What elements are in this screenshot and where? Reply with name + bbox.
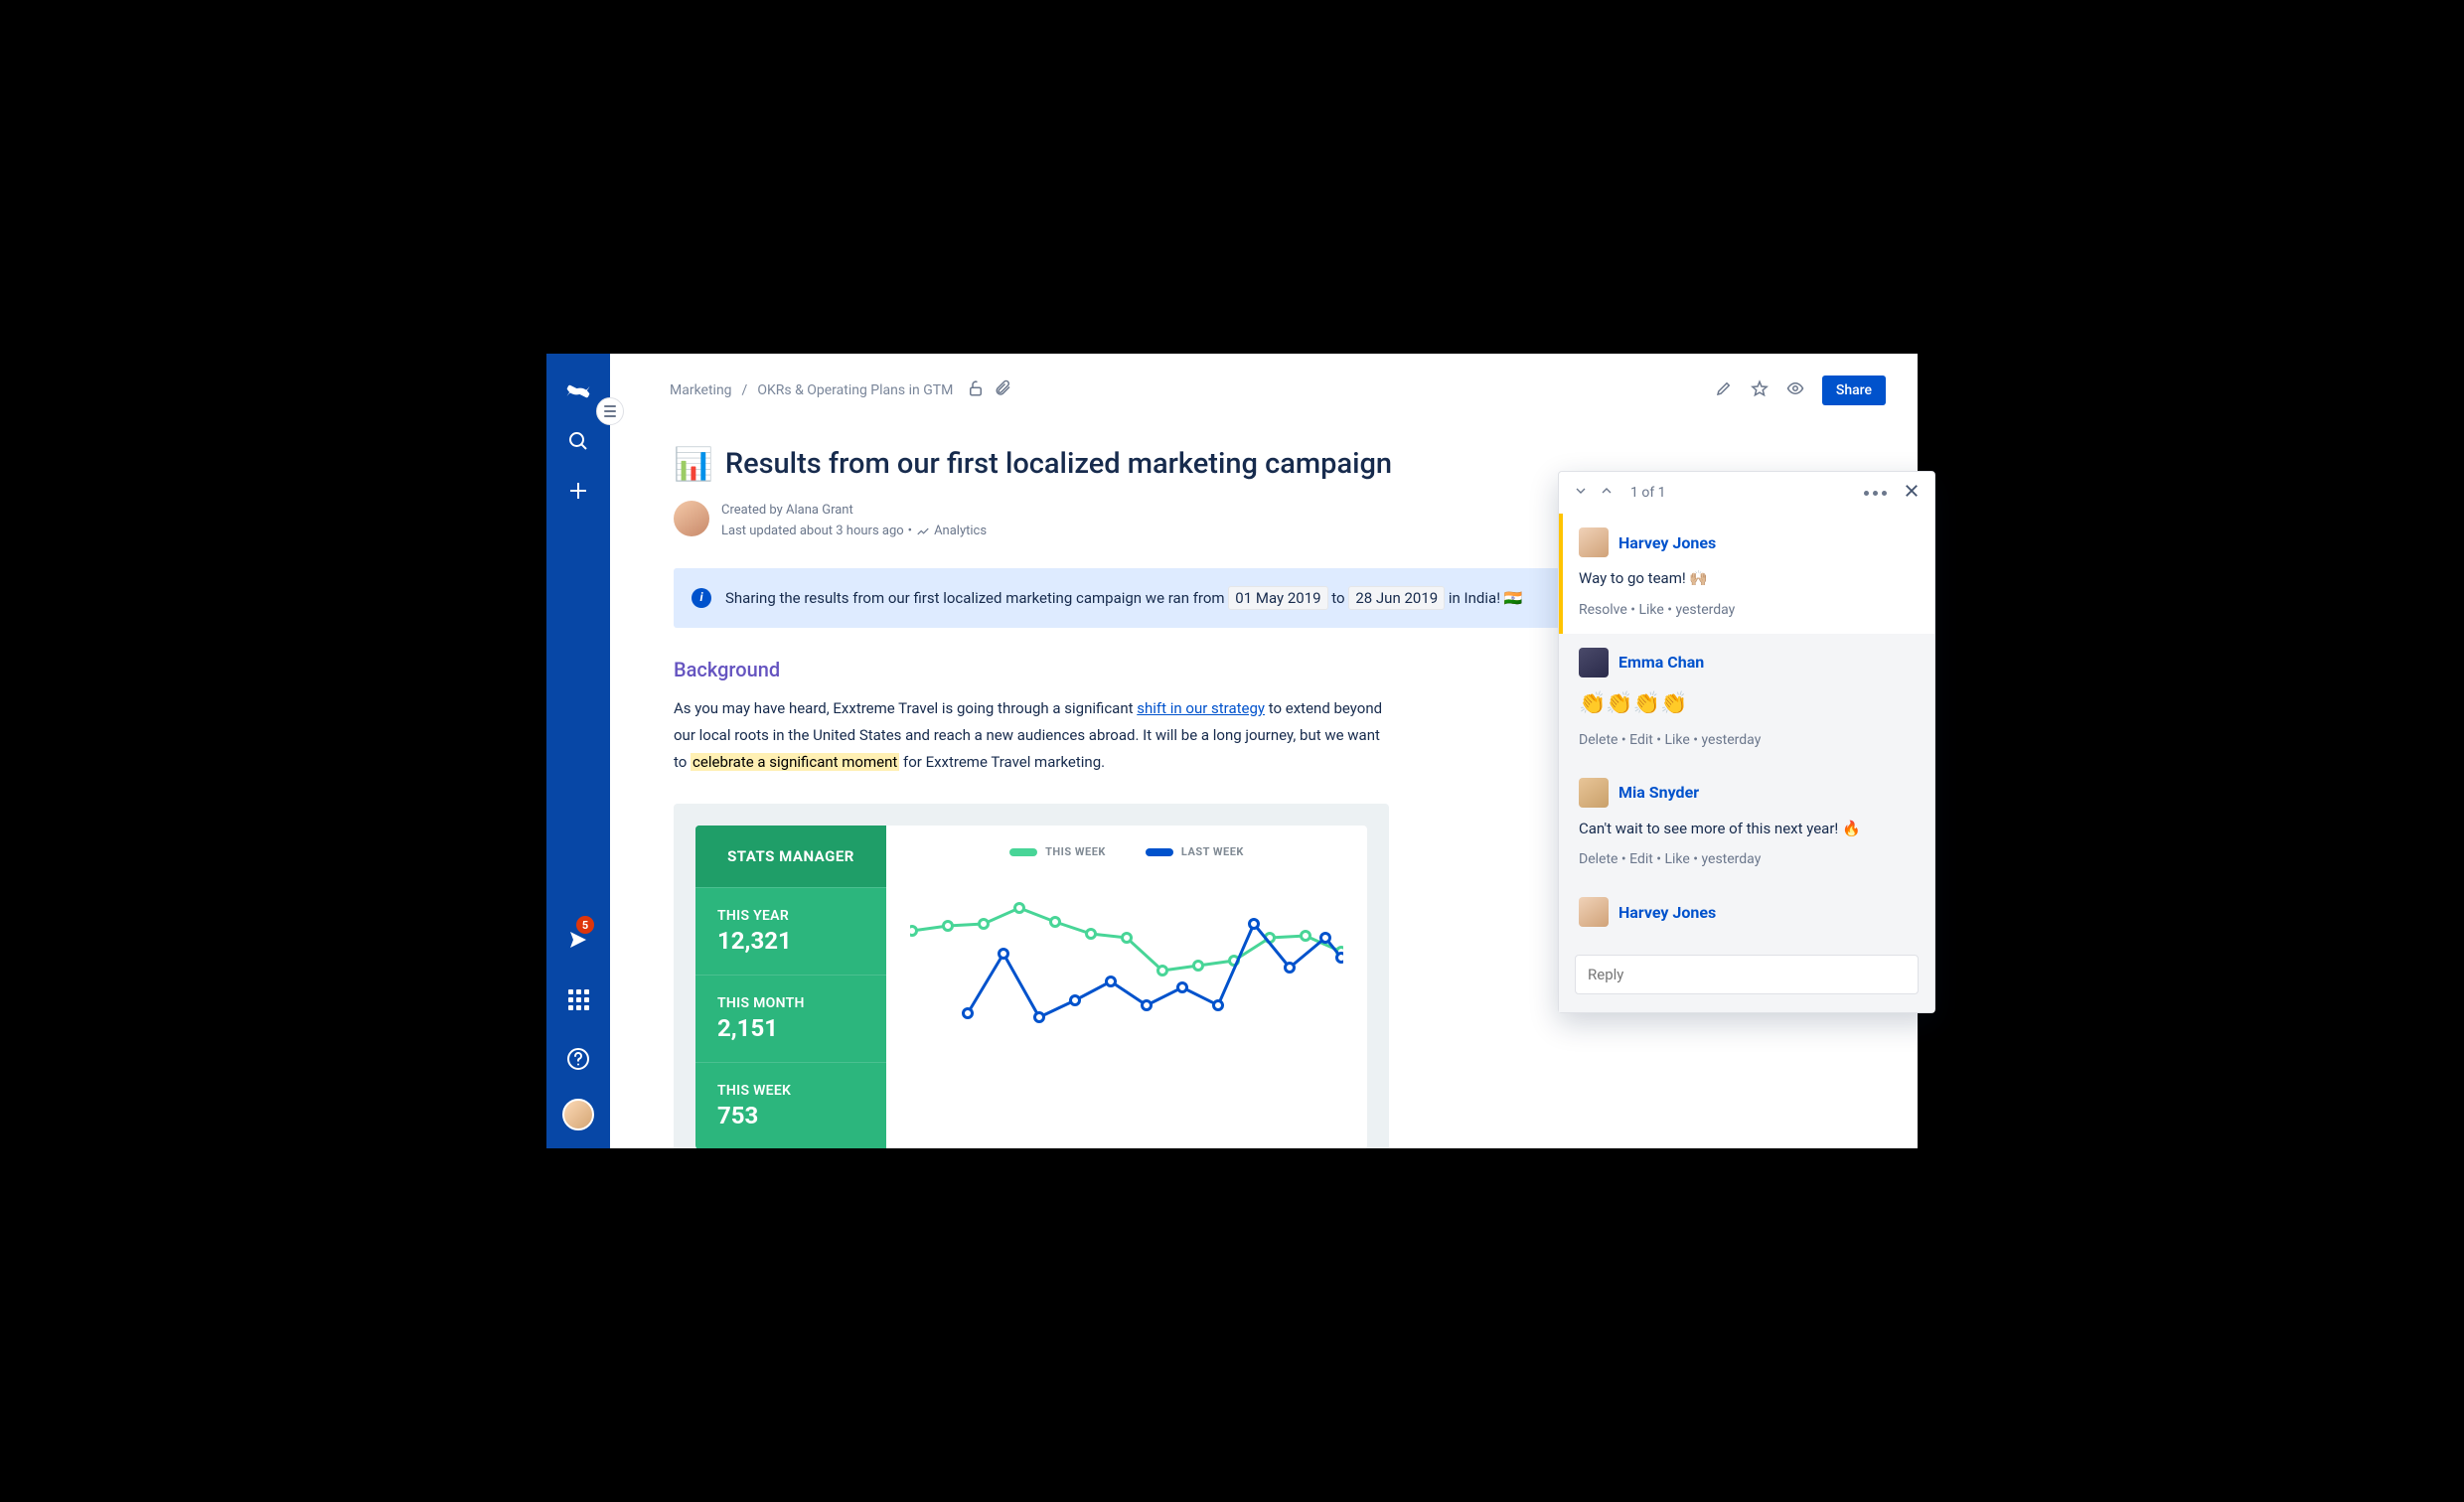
comment-body: 👏👏👏👏 [1579, 687, 1919, 720]
comment-prev-icon[interactable] [1599, 483, 1615, 503]
comment-avatar[interactable] [1579, 527, 1609, 557]
close-icon[interactable] [1903, 482, 1921, 504]
date-chip: 01 May 2019 [1228, 586, 1327, 610]
analytics-icon [916, 525, 930, 538]
stats-title: STATS MANAGER [695, 826, 886, 887]
reply-author-name[interactable]: Harvey Jones [1618, 903, 1716, 922]
restrictions-icon[interactable] [967, 379, 985, 401]
breadcrumb-link[interactable]: OKRs & Operating Plans in GTM [757, 382, 953, 398]
comment-actions[interactable]: Resolve • Like • yesterday [1579, 602, 1919, 618]
confluence-logo-icon[interactable] [558, 372, 598, 411]
comment-actions[interactable]: Delete • Edit • Like • yesterday [1579, 732, 1919, 748]
profile-avatar[interactable] [562, 1099, 594, 1130]
comment-next-icon[interactable] [1573, 483, 1589, 503]
reply-input[interactable] [1575, 955, 1919, 994]
comment-author[interactable]: Mia Snyder [1618, 783, 1699, 802]
more-menu-icon[interactable] [1864, 491, 1887, 496]
sidebar-toggle[interactable] [596, 397, 624, 425]
star-icon[interactable] [1751, 379, 1769, 401]
comment-actions[interactable]: Delete • Edit • Like • yesterday [1579, 851, 1919, 867]
comment-author[interactable]: Harvey Jones [1618, 533, 1716, 552]
comment: Mia Snyder Can't wait to see more of this… [1559, 764, 1934, 884]
notifications-icon[interactable]: 5 [558, 920, 598, 960]
create-icon[interactable] [558, 471, 598, 511]
comment-counter: 1 of 1 [1630, 485, 1666, 501]
inline-comment-highlight[interactable]: celebrate a significant moment [691, 753, 899, 771]
edit-icon[interactable] [1715, 379, 1733, 401]
watch-icon[interactable] [1786, 379, 1804, 401]
attachments-icon[interactable] [995, 379, 1012, 401]
comment-avatar[interactable] [1579, 648, 1609, 677]
author-avatar[interactable] [674, 501, 709, 536]
line-chart [910, 876, 1343, 1055]
notification-badge: 5 [576, 916, 594, 934]
comment-body: Way to go team! 🙌🏼 [1579, 567, 1919, 590]
comment-avatar[interactable] [1579, 778, 1609, 808]
breadcrumb: Marketing / OKRs & Operating Plans in GT… [670, 379, 1701, 401]
chart-legend: THIS WEEK LAST WEEK [910, 845, 1343, 858]
page-header: Marketing / OKRs & Operating Plans in GT… [610, 354, 1918, 405]
help-icon[interactable] [558, 1039, 598, 1079]
info-icon: i [692, 588, 711, 608]
page-title: Results from our first localized marketi… [725, 447, 1392, 481]
global-nav: 5 [546, 354, 610, 1148]
strategy-link[interactable]: shift in our strategy [1137, 699, 1265, 717]
comment-author[interactable]: Emma Chan [1618, 653, 1704, 672]
page-emoji: 📊 [674, 445, 713, 483]
background-body: As you may have heard, Exxtreme Travel i… [674, 695, 1389, 776]
comments-panel: 1 of 1 Harvey Jones Way to go team! 🙌🏼 Res… [1558, 471, 1935, 1013]
analytics-link[interactable]: Analytics [934, 522, 987, 542]
app-switcher-icon[interactable] [558, 979, 598, 1019]
stats-dashboard: STATS MANAGER THIS YEAR12,321 THIS MONTH… [674, 804, 1389, 1148]
reply-author-avatar[interactable] [1579, 897, 1609, 927]
comment: Emma Chan 👏👏👏👏 Delete • Edit • Like • yest… [1559, 634, 1934, 764]
share-button[interactable]: Share [1822, 376, 1886, 405]
comment-body: Can't wait to see more of this next year… [1579, 818, 1919, 840]
date-chip: 28 Jun 2019 [1348, 586, 1445, 610]
breadcrumb-link[interactable]: Marketing [670, 382, 732, 398]
comment: Harvey Jones Way to go team! 🙌🏼 Resolve • … [1559, 514, 1934, 634]
search-icon[interactable] [558, 421, 598, 461]
page-byline: Created by Alana Grant Last updated abou… [721, 501, 987, 542]
